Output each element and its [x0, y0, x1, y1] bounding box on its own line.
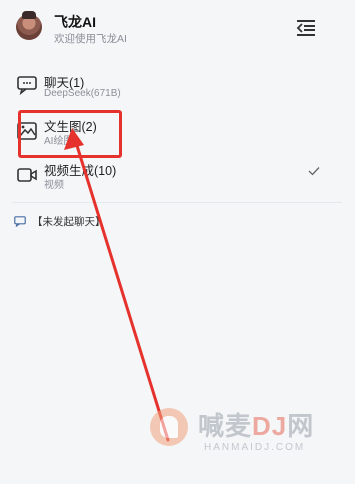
annotation-highlight-box — [18, 110, 122, 158]
divider — [12, 202, 342, 203]
app-header: 飞龙AI 欢迎使用飞龙AI — [0, 0, 355, 56]
collapse-menu-icon[interactable] — [296, 19, 316, 37]
watermark-brand: 喊麦DJ网 — [198, 411, 315, 441]
conversation-label: 【未发起聊天】 — [32, 216, 106, 228]
watermark-domain: HANMAIDJ.COM — [204, 442, 306, 453]
watermark-logo-icon — [150, 408, 188, 446]
side-panel: 飞龙AI 欢迎使用飞龙AI 聊天(1) DeepSeek(671B) 文生图(2… — [0, 0, 355, 484]
menu-item-subtitle: DeepSeek(671B) — [44, 88, 121, 99]
check-icon — [308, 167, 320, 176]
menu-item-video[interactable]: 视频生成(10) 视频 — [0, 156, 355, 200]
menu-item-subtitle: 视频 — [44, 180, 64, 191]
video-camera-icon — [17, 168, 37, 182]
watermark: 喊麦DJ网 HANMAIDJ.COM — [150, 404, 350, 464]
chat-bubble-icon — [17, 76, 37, 96]
app-subtitle: 欢迎使用飞龙AI — [54, 33, 127, 45]
message-icon — [14, 216, 26, 227]
app-title: 飞龙AI — [54, 14, 96, 30]
menu-item-chat[interactable]: 聊天(1) DeepSeek(671B) — [0, 66, 355, 110]
avatar — [16, 11, 42, 40]
